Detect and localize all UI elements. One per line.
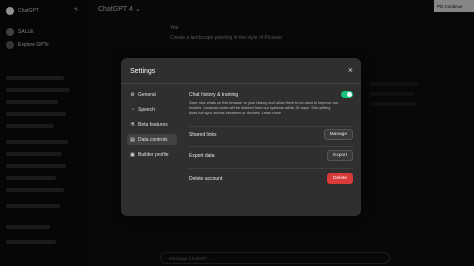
header-divider xyxy=(121,83,361,84)
settings-dialog: Settings × ⚙ General ◔ Speech ⚗ Beta fea… xyxy=(121,58,361,216)
delete-account-label: Delete account xyxy=(189,175,223,182)
tab-label: Speech xyxy=(138,106,155,113)
tab-data-controls[interactable]: ▤ Data controls xyxy=(127,134,177,145)
manage-button[interactable]: Manage xyxy=(323,129,353,140)
row-divider xyxy=(189,146,353,147)
tab-general[interactable]: ⚙ General xyxy=(127,89,177,100)
delete-button[interactable]: Delete xyxy=(327,173,353,184)
close-icon[interactable]: × xyxy=(348,66,353,75)
flask-icon: ⚗ xyxy=(130,121,135,128)
database-icon: ▤ xyxy=(130,136,135,143)
tab-label: General xyxy=(138,91,156,98)
chat-history-toggle[interactable] xyxy=(341,91,353,98)
export-data-label: Export data xyxy=(189,152,215,159)
export-data-row: Export data Export xyxy=(189,150,353,161)
tab-beta-features[interactable]: ⚗ Beta features xyxy=(127,119,177,130)
chat-history-row: Chat history & training xyxy=(189,91,353,98)
chat-history-label: Chat history & training xyxy=(189,91,239,98)
chat-history-description: Save new chats on this browser to your h… xyxy=(189,101,339,115)
settings-title: Settings xyxy=(130,68,156,75)
tab-label: Builder profile xyxy=(138,151,169,158)
speech-icon: ◔ xyxy=(130,106,135,113)
row-divider xyxy=(189,126,353,127)
tab-builder-profile[interactable]: ▣ Builder profile xyxy=(127,149,177,160)
shared-links-label: Shared links xyxy=(189,131,217,138)
gear-icon: ⚙ xyxy=(130,91,135,98)
delete-account-row: Delete account Delete xyxy=(189,173,353,184)
shared-links-row: Shared links Manage xyxy=(189,129,353,140)
row-divider xyxy=(189,168,353,169)
export-button[interactable]: Export xyxy=(327,150,353,161)
profile-icon: ▣ xyxy=(130,151,135,158)
tab-label: Data controls xyxy=(138,136,168,143)
tab-label: Beta features xyxy=(138,121,168,128)
tab-speech[interactable]: ◔ Speech xyxy=(127,104,177,115)
settings-nav: ⚙ General ◔ Speech ⚗ Beta features ▤ Dat… xyxy=(127,89,177,164)
